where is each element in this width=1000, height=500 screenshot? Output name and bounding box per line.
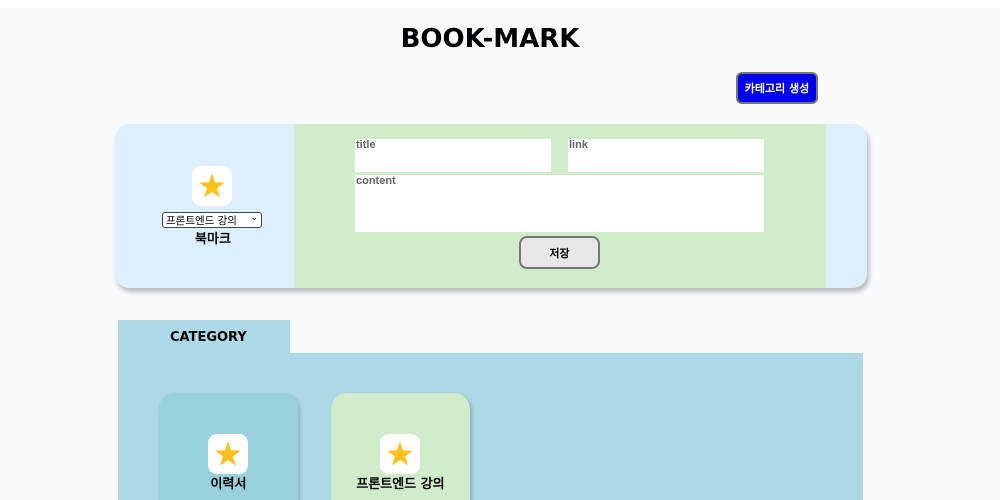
star-icon: ★ [385,435,415,473]
title-input[interactable]: title [355,139,551,172]
page-title: BOOK-MARK [400,24,580,54]
link-placeholder: link [569,139,588,151]
link-input[interactable]: link [568,139,764,172]
star-icon: ★ [197,167,227,205]
save-button[interactable]: 저장 [519,236,600,269]
category-card-label: 이력서 [210,477,247,492]
bookmark-form-fields: title link content 저장 [294,124,826,288]
star-icon-tile: ★ [208,434,248,474]
title-placeholder: title [356,139,376,151]
star-icon-tile: ★ [192,166,232,206]
star-icon-tile: ★ [380,434,420,474]
chevron-down-icon: ⌄ [250,213,258,223]
tab-category[interactable]: CATEGORY [118,320,290,354]
star-icon: ★ [213,435,243,473]
category-card-frontend[interactable]: ★ 프론트엔드 강의 [331,393,470,500]
content-textarea[interactable]: content [355,175,764,232]
create-category-button[interactable]: 카테고리 생성 [736,72,818,104]
category-select[interactable]: 프론트엔드 강의 ⌄ [162,212,262,228]
bookmark-label: 북마크 [195,232,231,247]
bookmark-form-card: ★ 프론트엔드 강의 ⌄ 북마크 title link content 저장 [115,124,867,288]
page: BOOK-MARK 카테고리 생성 ★ 프론트엔드 강의 ⌄ 북마크 title… [0,8,1000,500]
category-select-value: 프론트엔드 강의 [166,214,237,227]
category-card-resume[interactable]: ★ 이력서 [159,393,298,500]
bookmark-form-sidebar: ★ 프론트엔드 강의 ⌄ 북마크 [115,124,294,288]
content-placeholder: content [356,175,396,187]
category-panel: ★ 이력서 ★ 프론트엔드 강의 [118,353,863,500]
category-card-label: 프론트엔드 강의 [356,477,445,492]
